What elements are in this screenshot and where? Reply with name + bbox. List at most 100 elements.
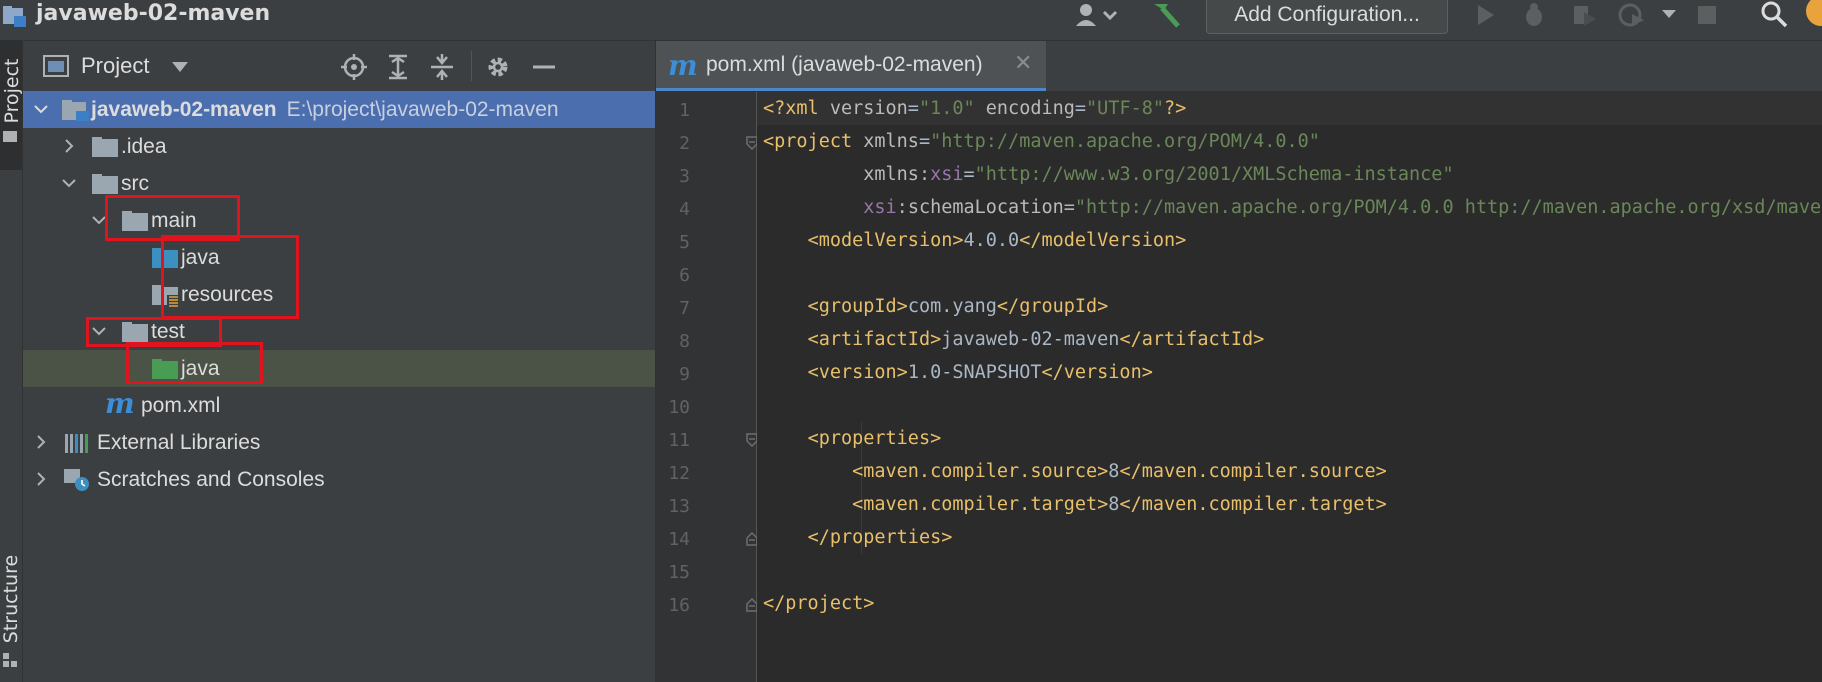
tool-window-stripe: Project Structure — [0, 40, 23, 682]
project-stripe-label: Project — [1, 58, 23, 124]
structure-stripe-button[interactable]: Structure — [0, 538, 22, 678]
locate-icon[interactable] — [341, 54, 367, 80]
code-line-12: <maven.compiler.source>8</maven.compiler… — [852, 461, 1387, 482]
folder-icon — [92, 174, 118, 194]
line-number: 10 — [668, 397, 690, 418]
line-number: 13 — [668, 496, 690, 517]
project-view-icon — [43, 55, 69, 77]
maven-icon: m — [668, 49, 698, 82]
tree-item-label: .idea — [121, 135, 167, 158]
tree-item-label: java — [181, 246, 220, 269]
code-line-7: <groupId>com.yang</groupId> — [807, 296, 1109, 317]
folder-icon — [3, 131, 17, 142]
tree-item-pom[interactable]: m pom.xml — [23, 387, 655, 424]
code-line-16: </project> — [763, 593, 875, 614]
code-line-4: xsi:schemaLocation="http://maven.apache.… — [863, 197, 1822, 218]
line-number: 3 — [679, 166, 690, 187]
line-number: 1 — [679, 100, 690, 121]
chevron-down-icon[interactable] — [91, 323, 107, 339]
project-folder-icon — [62, 100, 89, 121]
line-number: 8 — [679, 331, 690, 352]
folder-icon — [122, 211, 148, 231]
code-line-1: <?xml version="1.0" encoding="UTF-8"?> — [763, 98, 1187, 119]
search-icon[interactable] — [1760, 0, 1788, 28]
tree-item-src[interactable]: src — [23, 165, 655, 202]
root-name: javaweb-02-maven — [91, 98, 277, 121]
coverage-icon[interactable] — [1570, 2, 1598, 28]
line-number: 9 — [679, 364, 690, 385]
code-line-13: <maven.compiler.target>8</maven.compiler… — [852, 494, 1387, 515]
debug-icon[interactable] — [1520, 2, 1548, 28]
build-hammer-icon[interactable] — [1150, 0, 1184, 28]
line-number: 6 — [679, 265, 690, 286]
code-line-8: <artifactId>javaweb-02-maven</artifactId… — [807, 329, 1265, 350]
tree-item-label: resources — [181, 283, 274, 306]
libraries-icon — [65, 434, 88, 453]
header-separator — [471, 51, 472, 81]
code-line-5: <modelVersion>4.0.0</modelVersion> — [807, 230, 1187, 251]
line-number: 12 — [668, 463, 690, 484]
tree-item-label: java — [181, 357, 220, 380]
code-line-14: </properties> — [807, 527, 953, 548]
tree-item-main-java[interactable]: java — [23, 239, 655, 276]
chevron-down-icon[interactable] — [91, 212, 107, 228]
tree-item-label: src — [121, 172, 149, 195]
tab-label: pom.xml (javaweb-02-maven) — [706, 53, 983, 76]
chevron-down-icon[interactable] — [61, 175, 77, 191]
tree-item-scratches[interactable]: Scratches and Consoles — [23, 461, 655, 498]
test-folder-icon — [152, 359, 178, 379]
folder-icon — [122, 322, 148, 342]
structure-icon — [3, 653, 17, 667]
chevron-down-icon[interactable] — [33, 101, 49, 117]
tree-item-external-libraries[interactable]: External Libraries — [23, 424, 655, 461]
line-number: 11 — [668, 430, 690, 451]
line-number: 5 — [679, 232, 690, 253]
chevron-right-icon[interactable] — [33, 471, 49, 487]
tree-item-label: External Libraries — [97, 431, 261, 454]
line-number: 4 — [679, 199, 690, 220]
close-icon[interactable]: ✕ — [1014, 51, 1032, 76]
code-line-2: <project xmlns="http://maven.apache.org/… — [763, 131, 1320, 152]
project-view-selector[interactable]: Project — [81, 53, 149, 79]
scratches-icon — [64, 469, 89, 491]
chevron-down-icon[interactable] — [1660, 6, 1678, 22]
resources-folder-icon — [152, 285, 179, 307]
project-stripe-button[interactable]: Project — [0, 40, 23, 170]
project-panel-header: Project — [23, 41, 655, 91]
tree-item-idea[interactable]: .idea — [23, 128, 655, 165]
gear-icon[interactable] — [485, 54, 511, 80]
tree-item-label: Scratches and Consoles — [97, 468, 325, 491]
tree-root-label: javaweb-02-maven E:\project\javaweb-02-ma… — [91, 91, 559, 128]
line-number: 16 — [668, 595, 690, 616]
tree-item-test[interactable]: test — [23, 313, 655, 350]
stop-icon[interactable] — [1694, 2, 1720, 28]
run-icon[interactable] — [1472, 2, 1498, 28]
collapse-all-icon[interactable] — [429, 54, 455, 80]
tab-pom-xml[interactable]: m pom.xml (javaweb-02-maven) ✕ — [656, 41, 1046, 91]
chevron-right-icon[interactable] — [61, 138, 77, 154]
project-tool-window: Project javaweb-02-maven E:\project\java… — [23, 41, 656, 682]
tree-item-root[interactable]: javaweb-02-maven E:\project\javaweb-02-ma… — [23, 91, 655, 128]
line-number: 7 — [679, 298, 690, 319]
source-folder-icon — [152, 248, 178, 268]
user-icon[interactable] — [1074, 2, 1120, 28]
notification-badge[interactable] — [1806, 0, 1822, 26]
minimize-icon[interactable] — [531, 54, 557, 80]
run-configuration-dropdown[interactable]: Add Configuration... — [1206, 0, 1448, 34]
code-line-3: xmlns:xsi="http://www.w3.org/2001/XMLSch… — [863, 164, 1454, 185]
maven-icon: m — [105, 387, 135, 420]
tree-item-label: pom.xml — [141, 394, 221, 417]
root-path: E:\project\javaweb-02-maven — [286, 98, 559, 121]
structure-stripe-label: Structure — [0, 554, 22, 644]
expand-all-icon[interactable] — [385, 54, 411, 80]
line-number: 2 — [679, 133, 690, 154]
tree-item-resources[interactable]: resources — [23, 276, 655, 313]
tree-item-test-java[interactable]: java — [23, 350, 655, 387]
project-name[interactable]: javaweb-02-maven — [36, 0, 270, 28]
code-editor[interactable]: <?xml version="1.0" encoding="UTF-8"?> <… — [757, 92, 1822, 682]
title-bar: javaweb-02-maven Add Configuration... — [0, 0, 1822, 41]
profile-icon[interactable] — [1618, 2, 1648, 28]
tree-item-main[interactable]: main — [23, 202, 655, 239]
chevron-right-icon[interactable] — [33, 434, 49, 450]
chevron-down-icon[interactable] — [171, 61, 189, 73]
